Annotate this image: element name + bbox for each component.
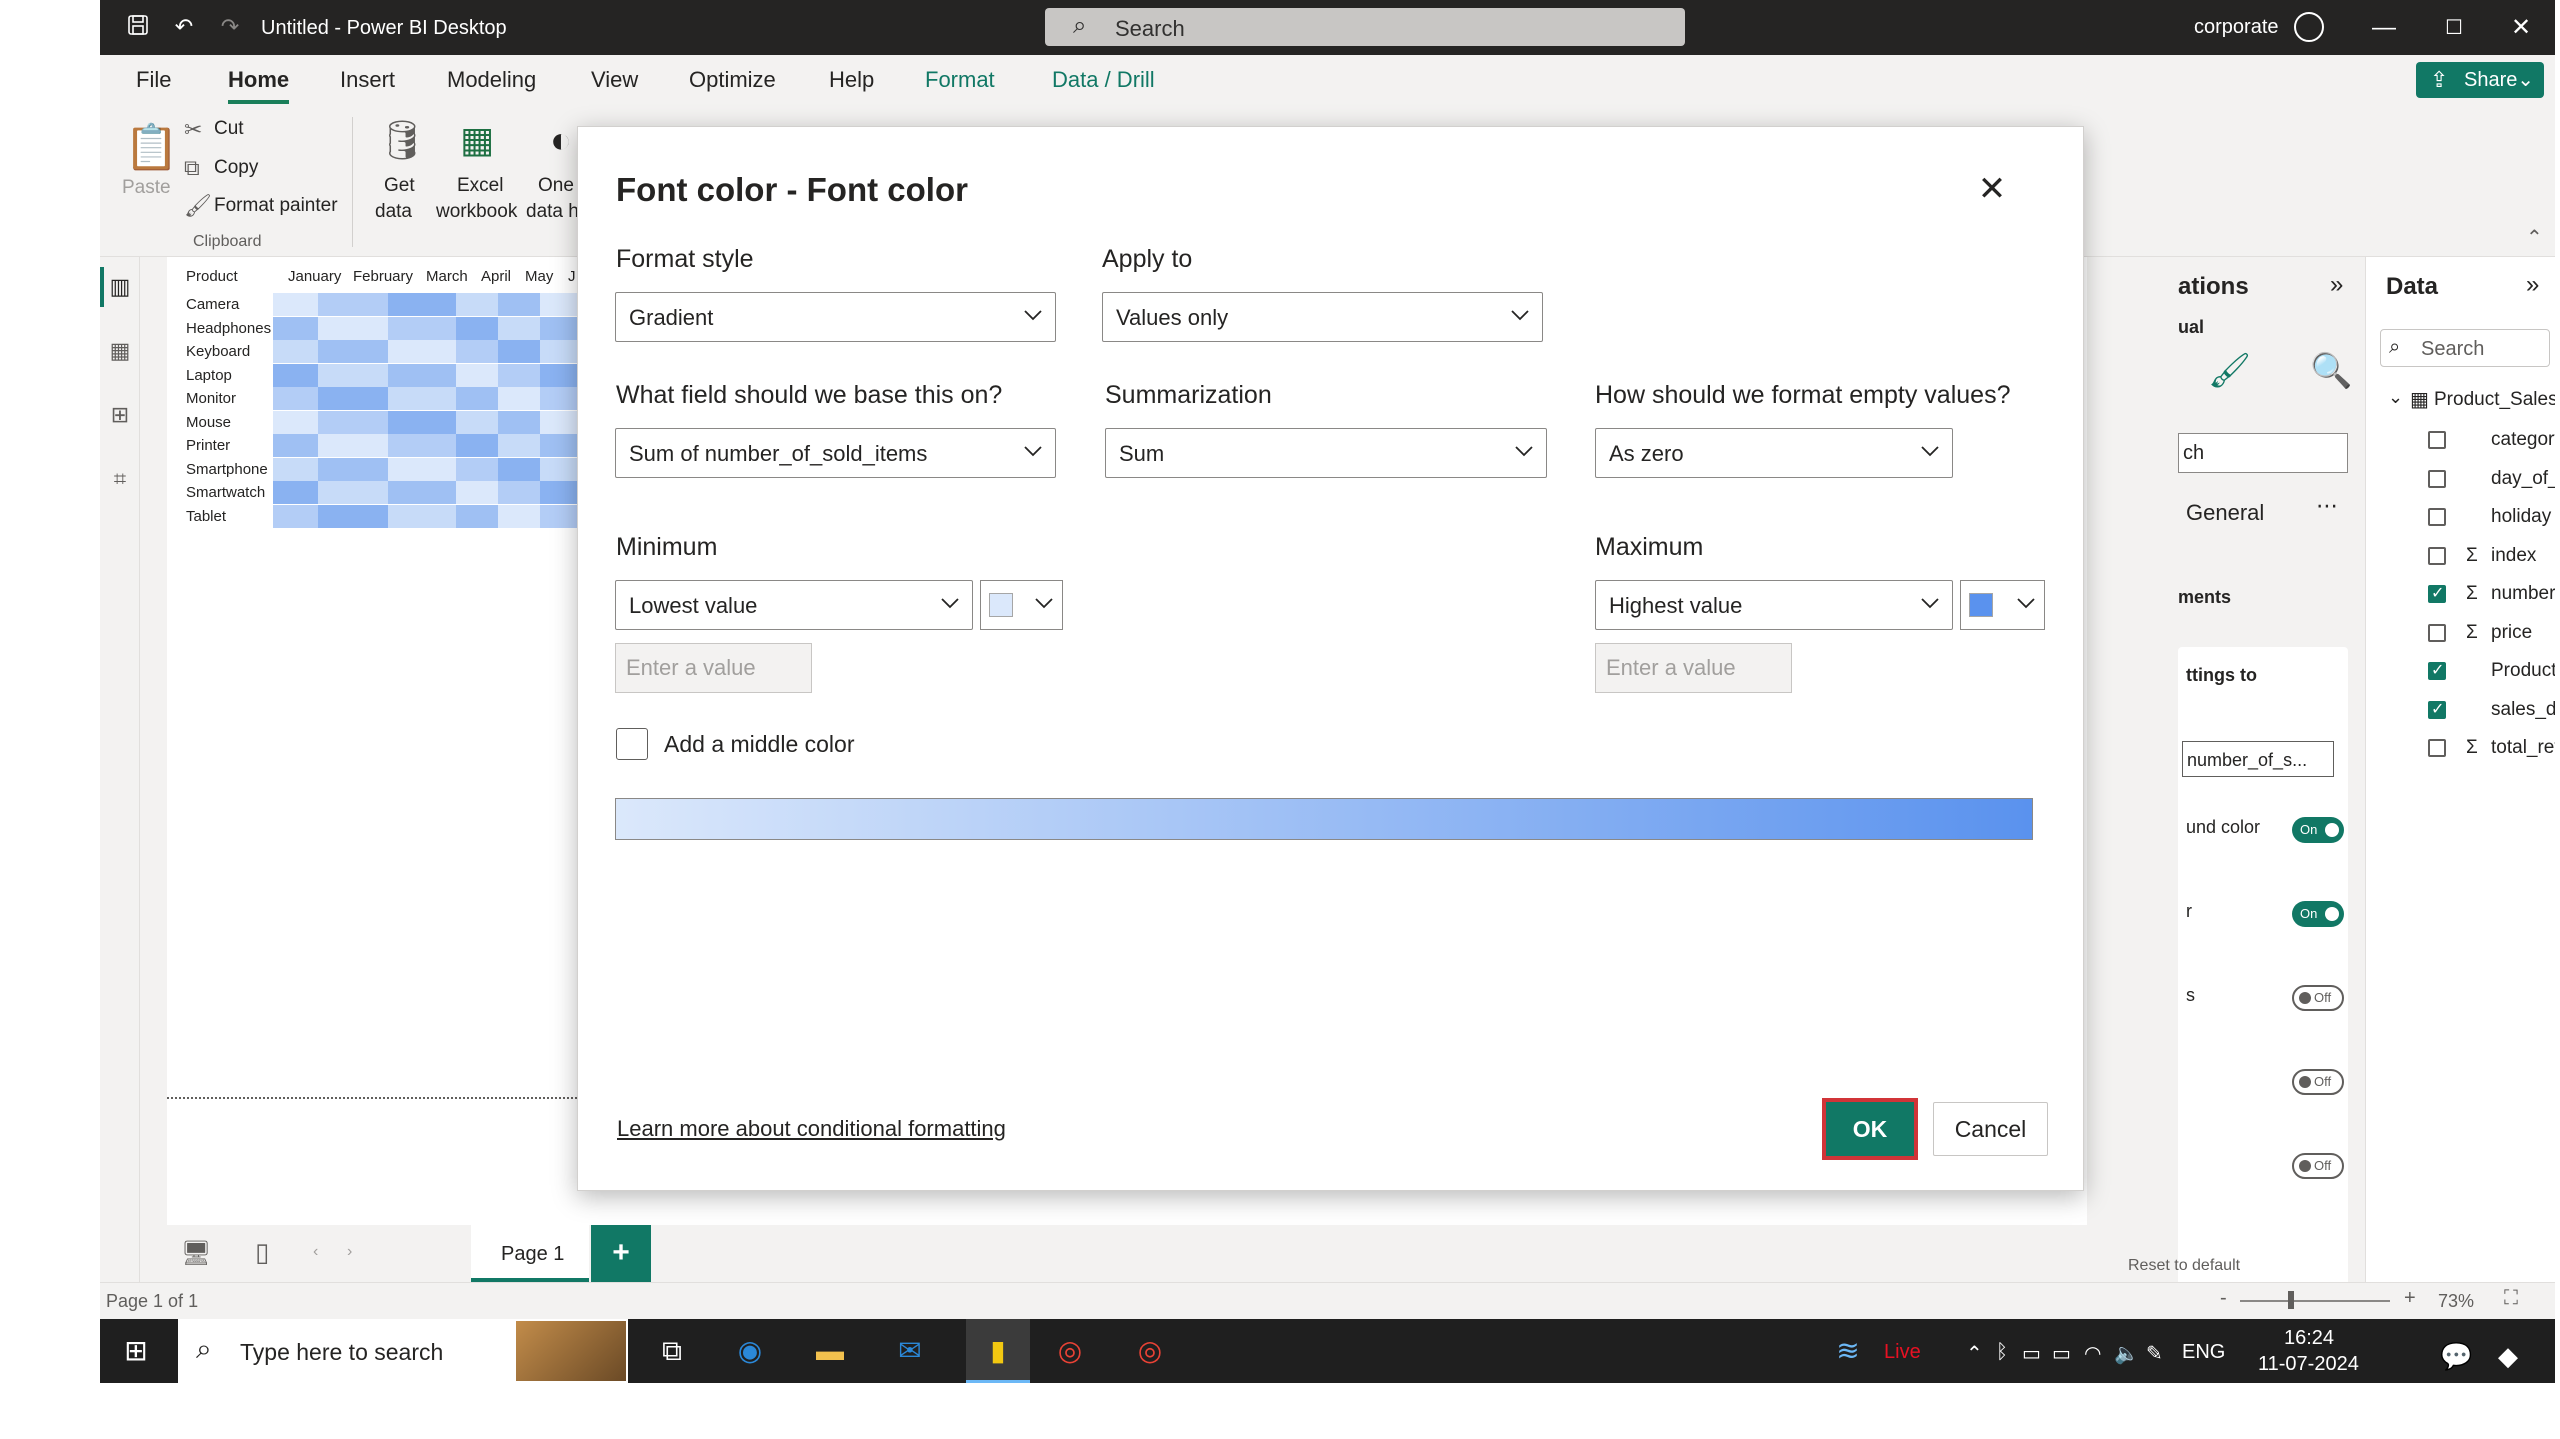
language-indicator[interactable]: ENG <box>2182 1341 2225 1364</box>
chevron-down-icon <box>938 591 962 615</box>
minimum-value: Lowest value <box>629 593 757 619</box>
format-style-label: Format style <box>616 245 754 274</box>
mail-icon[interactable]: ✉ <box>890 1333 930 1369</box>
middle-color-checkbox[interactable] <box>616 728 648 760</box>
minimum-select[interactable]: Lowest value <box>615 580 973 630</box>
maximum-select[interactable]: Highest value <box>1595 580 1953 630</box>
base-field-value: Sum of number_of_sold_items <box>629 441 927 467</box>
chevron-down-icon <box>1021 439 1045 463</box>
chrome-icon[interactable]: ◎ <box>1050 1333 1090 1369</box>
search-icon: ⌕ <box>196 1333 212 1366</box>
maximum-color-swatch <box>1969 593 1993 617</box>
conditional-format-dialog: Font color - Font color ✕ Format style G… <box>577 126 2084 1191</box>
maximum-value-input[interactable] <box>1595 643 1792 693</box>
dialog-title: Font color - Font color <box>616 171 968 209</box>
apply-to-select[interactable]: Values only <box>1102 292 1543 342</box>
apply-to-label: Apply to <box>1102 245 1192 274</box>
bluetooth-icon[interactable]: ᛒ <box>1996 1341 2008 1364</box>
power-bi-icon: ▮ <box>978 1333 1018 1369</box>
maximum-label: Maximum <box>1595 533 1703 562</box>
minimum-label: Minimum <box>616 533 717 562</box>
copilot-icon[interactable]: ◆ <box>2498 1341 2518 1372</box>
minimum-value-field[interactable] <box>616 644 811 692</box>
device-icon[interactable]: ▭ <box>2022 1341 2041 1366</box>
taskbar-search[interactable]: ⌕ Type here to search <box>178 1319 628 1383</box>
pen-icon[interactable]: ✎ <box>2146 1341 2163 1366</box>
cancel-button[interactable]: Cancel <box>1933 1102 2048 1156</box>
power-bi-taskbar-item[interactable]: ▮ <box>966 1319 1030 1383</box>
format-style-value: Gradient <box>629 305 713 331</box>
close-icon[interactable]: ✕ <box>1975 173 2009 207</box>
notifications-icon[interactable]: 💬 <box>2440 1341 2472 1372</box>
ok-button[interactable]: OK <box>1822 1098 1918 1160</box>
empty-values-value: As zero <box>1609 441 1684 467</box>
taskbar-search-placeholder: Type here to search <box>240 1339 443 1366</box>
windows-taskbar: ⊞ ⌕ Type here to search ⧉ ◉ ▬ ✉ ▮ ◎ ◎ ≋ … <box>100 1319 2555 1383</box>
format-style-select[interactable]: Gradient <box>615 292 1056 342</box>
middle-color-label[interactable]: Add a middle color <box>664 731 855 758</box>
dialog-overlay: Font color - Font color ✕ Format style G… <box>100 0 2555 1319</box>
edge-icon[interactable]: ◉ <box>730 1333 770 1369</box>
empty-values-label: How should we format empty values? <box>1595 381 2010 410</box>
summarization-label: Summarization <box>1105 381 1272 410</box>
clock-date[interactable]: 11-07-2024 <box>2258 1353 2359 1376</box>
base-field-select[interactable]: Sum of number_of_sold_items <box>615 428 1056 478</box>
maximum-value: Highest value <box>1609 593 1742 619</box>
chevron-down-icon <box>1512 439 1536 463</box>
chevron-down-icon <box>1032 591 1056 615</box>
chevron-down-icon <box>1021 303 1045 327</box>
show-hidden-icons[interactable]: ⌃ <box>1966 1341 1983 1366</box>
volume-icon[interactable]: 🔈 <box>2114 1341 2139 1366</box>
file-explorer-icon[interactable]: ▬ <box>810 1333 850 1369</box>
live-badge[interactable]: Live <box>1884 1341 1921 1364</box>
minimum-color-picker[interactable] <box>980 580 1063 630</box>
clock-time[interactable]: 16:24 <box>2284 1327 2334 1350</box>
apply-to-value: Values only <box>1116 305 1228 331</box>
windows-start-icon[interactable]: ⊞ <box>116 1333 156 1369</box>
base-field-label: What field should we base this on? <box>616 381 1002 410</box>
maximum-value-field[interactable] <box>1596 644 1791 692</box>
chevron-down-icon <box>1918 591 1942 615</box>
blank-area <box>0 1383 2560 1439</box>
search-highlight-image <box>516 1321 626 1381</box>
maximum-color-picker[interactable] <box>1960 580 2045 630</box>
chevron-down-icon <box>2014 591 2038 615</box>
weather-icon[interactable]: ≋ <box>1828 1333 1868 1369</box>
gradient-preview-bar <box>615 798 2033 840</box>
summarization-value: Sum <box>1119 441 1164 467</box>
chevron-down-icon <box>1508 303 1532 327</box>
summarization-select[interactable]: Sum <box>1105 428 1547 478</box>
power-bi-window: ↶ ↷ Untitled - Power BI Desktop ⌕ Search… <box>100 0 2555 1383</box>
empty-values-select[interactable]: As zero <box>1595 428 1953 478</box>
chevron-down-icon <box>1918 439 1942 463</box>
minimum-color-swatch <box>989 593 1013 617</box>
learn-more-link[interactable]: Learn more about conditional formatting <box>617 1116 1006 1142</box>
battery-icon[interactable]: ▭ <box>2052 1341 2071 1366</box>
task-view-icon[interactable]: ⧉ <box>652 1333 692 1369</box>
wifi-icon[interactable]: ◠ <box>2084 1341 2101 1366</box>
chrome-profile-icon[interactable]: ◎ <box>1130 1333 1170 1369</box>
minimum-value-input[interactable] <box>615 643 812 693</box>
